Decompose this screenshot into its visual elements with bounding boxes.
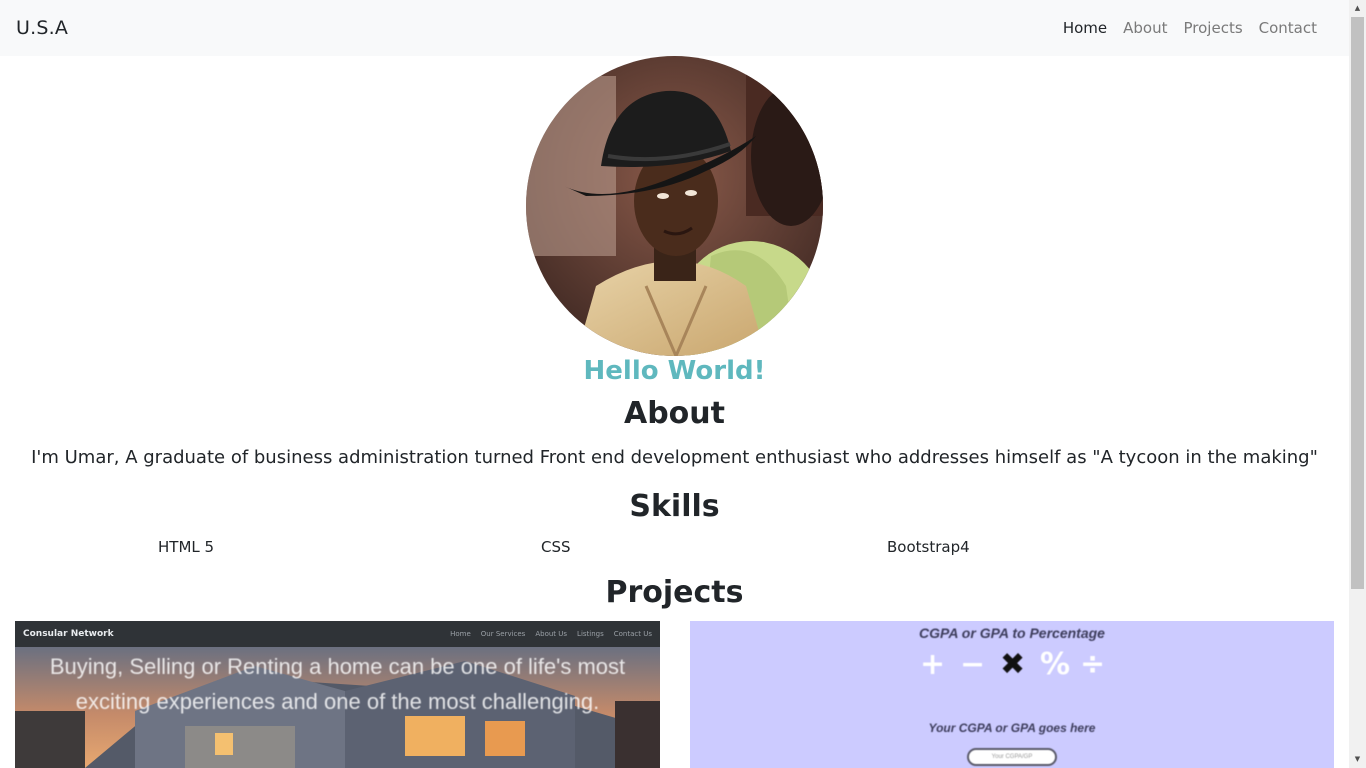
- mini-nav-link: Contact Us: [613, 630, 652, 638]
- real-estate-headline: Buying, Selling or Renting a home can be…: [49, 654, 626, 714]
- minus-icon: −: [960, 647, 986, 682]
- scrollbar-thumb[interactable]: [1351, 17, 1364, 589]
- scroll-down-arrow-icon[interactable]: ▼: [1349, 751, 1366, 768]
- projects-heading: Projects: [605, 575, 744, 610]
- divide-icon: ÷: [1080, 647, 1106, 682]
- hello-heading: Hello World!: [583, 356, 766, 386]
- nav-link-about[interactable]: About: [1115, 19, 1175, 37]
- nav-link-contact[interactable]: Contact: [1251, 19, 1325, 37]
- mini-nav-links: Home Our Services About Us Listings Cont…: [450, 630, 652, 638]
- operator-icons: + − ✖ % ÷: [690, 647, 1334, 682]
- profile-avatar: [526, 56, 823, 356]
- about-text: I'm Umar, A graduate of business adminis…: [31, 447, 1318, 468]
- plus-icon: +: [920, 647, 946, 682]
- nav-links: Home About Projects Contact: [1055, 19, 1325, 37]
- skill-item: CSS: [541, 538, 571, 556]
- about-heading: About: [623, 396, 725, 431]
- skills-heading: Skills: [629, 489, 720, 524]
- percent-icon: %: [1040, 647, 1071, 682]
- skill-item: HTML 5: [158, 538, 215, 556]
- mini-nav-link: Listings: [577, 630, 604, 638]
- calculator-subtitle: Your CGPA or GPA goes here: [928, 721, 1096, 735]
- cgpa-input: Your CGPA/GP: [967, 748, 1057, 766]
- navbar-brand[interactable]: U.S.A: [16, 17, 68, 39]
- mini-nav-link: Home: [450, 630, 471, 638]
- multiply-icon: ✖: [1000, 647, 1026, 682]
- mini-nav-link: Our Services: [480, 630, 526, 638]
- nav-link-home[interactable]: Home: [1055, 19, 1115, 37]
- calculator-title: CGPA or GPA to Percentage: [919, 625, 1105, 641]
- page: U.S.A Home About Projects Contact Hello …: [0, 0, 1349, 768]
- navbar: U.S.A Home About Projects Contact: [0, 0, 1349, 56]
- mini-navbar: Consular Network Home Our Services About…: [15, 621, 660, 647]
- project-card-gpa-calculator[interactable]: CGPA or GPA to Percentage + − ✖ % ÷ Your…: [690, 621, 1334, 768]
- skill-item: Bootstrap4: [887, 538, 970, 556]
- mini-brand: Consular Network: [23, 629, 114, 639]
- project-card-real-estate[interactable]: Consular Network Home Our Services About…: [15, 621, 660, 768]
- mini-nav-link: About Us: [535, 630, 568, 638]
- nav-link-projects[interactable]: Projects: [1176, 19, 1251, 37]
- scroll-up-arrow-icon[interactable]: ▲: [1349, 0, 1366, 17]
- vertical-scrollbar[interactable]: ▲ ▼: [1349, 0, 1366, 768]
